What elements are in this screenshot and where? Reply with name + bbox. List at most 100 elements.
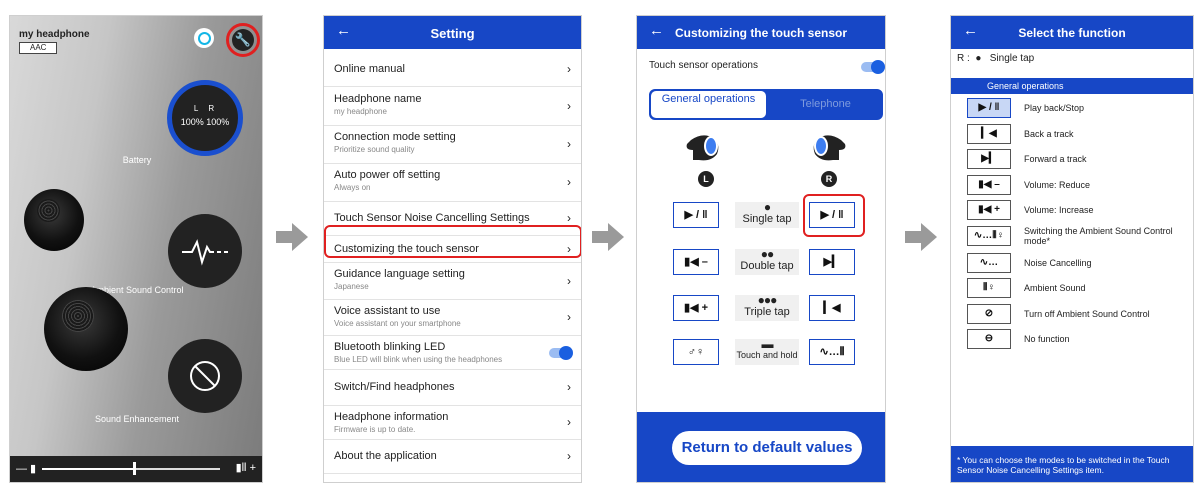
volume-down-icon[interactable]: — ▮ <box>16 462 36 475</box>
settings-row-title: About the application <box>334 450 437 462</box>
operations-label: Touch sensor operations <box>649 60 758 71</box>
tab-general[interactable]: General operations <box>651 91 766 118</box>
tap-dot-icon: ● <box>975 53 982 64</box>
settings-row[interactable]: Auto power off setting Always on › <box>324 164 581 202</box>
battery-unit: % <box>221 117 230 127</box>
function-option[interactable]: ⊘ Turn off Ambient Sound Control <box>951 302 1193 327</box>
chevron-right-icon: › <box>567 415 571 429</box>
volume-slider-thumb[interactable] <box>132 462 136 475</box>
operation-tabs: General operations Telephone <box>649 89 883 120</box>
ambient-sound-button[interactable] <box>168 214 242 288</box>
chevron-right-icon: › <box>567 99 571 113</box>
alexa-icon[interactable] <box>194 28 214 48</box>
settings-row[interactable]: About the application › <box>324 440 581 474</box>
right-function-button[interactable]: ▎◀ <box>809 295 855 321</box>
select-function-title: Select the function <box>1018 26 1126 40</box>
settings-row-title: Switch/Find headphones <box>334 381 455 393</box>
led-toggle[interactable] <box>549 346 573 360</box>
chevron-right-icon: › <box>567 380 571 394</box>
settings-screen: ← Setting Online manual › Headphone name my… <box>323 15 582 483</box>
settings-row[interactable]: Voice assistant to use Voice assistant on… <box>324 300 581 336</box>
battery-caption: Battery <box>122 155 152 165</box>
right-earbud-icon <box>813 135 846 161</box>
codec-badge: AAC <box>19 42 58 54</box>
operations-toggle[interactable] <box>861 60 885 74</box>
touch-sensor-header: ← Customizing the touch sensor <box>637 16 885 49</box>
function-option[interactable]: ⊖ No function <box>951 327 1193 352</box>
function-option[interactable]: ▮◀ + Volume: Increase <box>951 198 1193 223</box>
chevron-right-icon: › <box>567 137 571 151</box>
battery-right-value: 100 <box>206 117 222 127</box>
function-icon: ∿… <box>967 252 1011 273</box>
step-arrow-icon <box>592 220 626 254</box>
sound-enhancement-button[interactable] <box>168 339 242 413</box>
left-function-button[interactable]: ▶ / ‖ <box>673 202 719 228</box>
function-label: Noise Cancelling <box>1024 257 1092 268</box>
footnote: * You can choose the modes to be switche… <box>951 446 1193 482</box>
settings-row-subtitle: Blue LED will blink when using the headp… <box>334 355 503 364</box>
settings-row[interactable]: Headphone name my headphone › <box>324 88 581 126</box>
gesture-dots-icon: ●●● <box>757 293 778 307</box>
function-option[interactable]: ∿… Noise Cancelling <box>951 251 1193 276</box>
function-label: Ambient Sound <box>1024 283 1086 293</box>
settings-wrench-button[interactable]: 🔧 <box>226 23 260 57</box>
gesture-dots-icon: ●● <box>760 247 775 261</box>
function-option[interactable]: ▎◀ Back a track <box>951 122 1193 147</box>
left-function-button[interactable]: ▮◀ + <box>673 295 719 321</box>
right-function-button[interactable]: ∿…⦀ <box>809 339 855 365</box>
function-icon: ▎◀ <box>967 123 1011 144</box>
volume-slider[interactable] <box>42 468 220 470</box>
function-option[interactable]: ▮◀ – Volume: Reduce <box>951 173 1193 198</box>
function-label: Back a track <box>1024 128 1074 139</box>
function-option[interactable]: ▶▎ Forward a track <box>951 147 1193 172</box>
function-label: Turn off Ambient Sound Control <box>1024 308 1150 319</box>
battery-right-label: R <box>208 104 225 113</box>
function-icon: ∿…⦀♀ <box>967 225 1011 246</box>
settings-row-title: Headphone name <box>334 93 422 105</box>
highlight-frame <box>803 194 865 237</box>
tap-type-line: R : ● Single tap <box>957 53 1034 64</box>
settings-row-title: Guidance language setting <box>334 268 465 280</box>
noise-cancel-icon <box>182 239 228 266</box>
left-function-button[interactable]: ▮◀ – <box>673 249 719 275</box>
step-arrow-icon <box>276 220 310 254</box>
select-function-screen: ← Select the function R : ● Single tap G… <box>950 15 1194 483</box>
gesture-name: Touch and hold <box>736 350 798 360</box>
gesture-dots-icon: ▬ <box>761 337 774 351</box>
chevron-right-icon: › <box>567 310 571 324</box>
tap-side: R : <box>957 53 970 64</box>
footer-bar: Return to default values <box>637 412 885 482</box>
chevron-right-icon: › <box>567 274 571 288</box>
function-option[interactable]: ▶ / ‖ Play back/Stop <box>951 96 1193 121</box>
function-label: Forward a track <box>1024 154 1087 164</box>
function-icon: ⊘ <box>967 303 1011 324</box>
tab-telephone[interactable]: Telephone <box>767 90 882 119</box>
battery-unit: % <box>195 117 204 127</box>
function-option[interactable]: ∿…⦀♀ Switching the Ambient Sound Control … <box>951 224 1193 249</box>
function-icon: ▶▎ <box>967 149 1011 169</box>
function-option[interactable]: ⦀♀ Ambient Sound <box>951 276 1193 301</box>
step-arrow-icon <box>905 220 939 254</box>
gesture-label: ●● Double tap <box>735 247 799 275</box>
right-function-button[interactable]: ▶▎ <box>809 249 855 275</box>
settings-row[interactable]: Guidance language setting Japanese › <box>324 263 581 300</box>
left-function-button[interactable]: ♂♀ <box>673 339 719 365</box>
settings-row-subtitle: Prioritize sound quality <box>334 145 415 154</box>
settings-row-title: Voice assistant to use <box>334 305 441 317</box>
left-earbud-image <box>24 189 84 251</box>
gesture-label: ▬ Touch and hold <box>735 337 799 365</box>
gesture-dots-icon: ● <box>763 200 771 214</box>
return-default-button[interactable]: Return to default values <box>672 431 862 465</box>
volume-bar: — ▮ ▮⦀ + <box>10 456 262 482</box>
right-earbud-image <box>44 287 128 371</box>
settings-row-subtitle: Voice assistant on your smartphone <box>334 319 461 328</box>
settings-row-title: Touch Sensor Noise Cancelling Settings <box>334 212 530 224</box>
settings-row[interactable]: Online manual › <box>324 53 581 87</box>
settings-row[interactable]: Connection mode setting Prioritize sound … <box>324 126 581 164</box>
settings-row[interactable]: Headphone information Firmware is up to d… <box>324 406 581 440</box>
settings-row[interactable]: Switch/Find headphones › <box>324 370 581 406</box>
touch-sensor-screen: ← Customizing the touch sensor Touch sen… <box>636 15 886 483</box>
volume-up-icon[interactable]: ▮⦀ + <box>236 461 256 475</box>
battery-left-label: L <box>193 104 209 113</box>
settings-row[interactable]: Bluetooth blinking LED Blue LED will blin… <box>324 336 581 370</box>
